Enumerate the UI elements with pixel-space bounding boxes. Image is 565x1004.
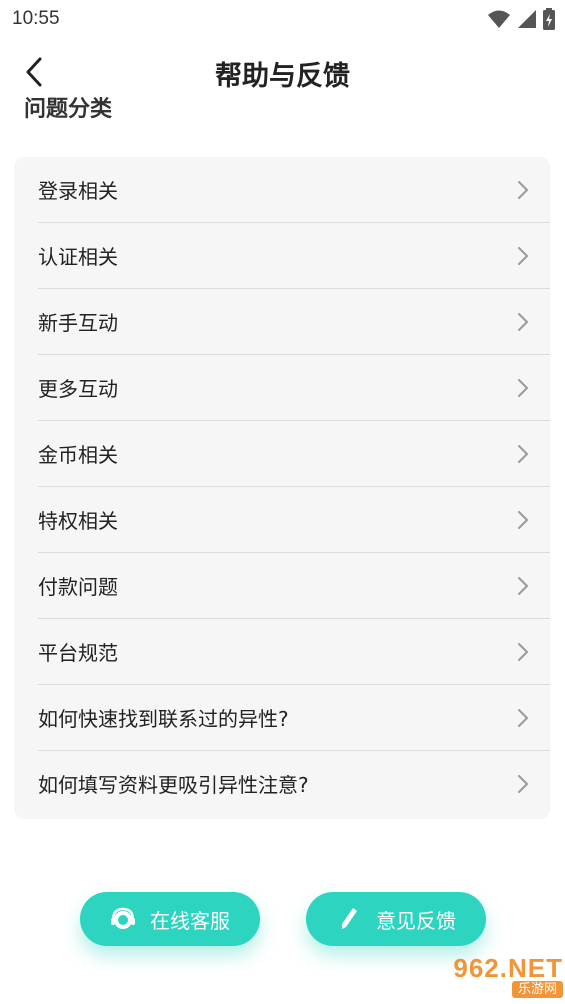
category-label: 新手互动 — [38, 311, 118, 335]
category-label: 更多互动 — [38, 377, 118, 401]
watermark-sub-text: 乐游网 — [511, 980, 563, 998]
chevron-right-icon — [518, 643, 528, 661]
top-bar: 帮助与反馈 — [0, 40, 565, 104]
category-label: 认证相关 — [38, 245, 118, 269]
wifi-icon — [488, 10, 510, 28]
category-label: 如何快速找到联系过的异性? — [38, 707, 289, 731]
category-list: 登录相关 认证相关 新手互动 更多互动 金币相关 特权相关 付款问题 平台规范 — [14, 157, 550, 819]
online-service-label: 在线客服 — [150, 908, 230, 933]
pencil-icon — [336, 906, 362, 932]
category-item-verification[interactable]: 认证相关 — [38, 223, 550, 289]
feedback-button[interactable]: 意见反馈 — [306, 892, 486, 946]
chevron-right-icon — [518, 577, 528, 595]
section-title: 问题分类 — [24, 97, 112, 123]
category-label: 平台规范 — [38, 641, 118, 665]
chevron-right-icon — [518, 379, 528, 397]
chevron-right-icon — [518, 313, 528, 331]
category-item-login[interactable]: 登录相关 — [38, 157, 550, 223]
chevron-right-icon — [518, 445, 528, 463]
battery-icon — [543, 8, 555, 30]
category-item-coins[interactable]: 金币相关 — [38, 421, 550, 487]
category-item-find-contacts[interactable]: 如何快速找到联系过的异性? — [38, 685, 550, 751]
category-label: 登录相关 — [38, 179, 118, 203]
chevron-right-icon — [518, 181, 528, 199]
site-watermark: 962.NET 乐游网 — [427, 952, 563, 1000]
category-item-profile-tips[interactable]: 如何填写资料更吸引异性注意? — [38, 751, 550, 817]
category-item-more-interaction[interactable]: 更多互动 — [38, 355, 550, 421]
status-bar: 10:55 — [0, 0, 565, 40]
chevron-right-icon — [518, 775, 528, 793]
category-label: 付款问题 — [38, 575, 118, 599]
chevron-right-icon — [518, 709, 528, 727]
category-item-newbie-interaction[interactable]: 新手互动 — [38, 289, 550, 355]
category-label: 金币相关 — [38, 443, 118, 467]
section-title-text: 问题分类 — [24, 97, 113, 122]
page-title: 帮助与反馈 — [215, 61, 350, 92]
category-label: 如何填写资料更吸引异性注意? — [38, 773, 309, 797]
category-item-payment[interactable]: 付款问题 — [38, 553, 550, 619]
signal-icon — [518, 10, 536, 28]
status-time: 10:55 — [12, 8, 60, 29]
online-service-button[interactable]: 在线客服 — [80, 892, 260, 946]
category-label: 特权相关 — [38, 509, 118, 533]
status-icons — [487, 8, 555, 30]
feedback-label: 意见反馈 — [376, 908, 456, 933]
headset-icon — [110, 906, 136, 932]
category-item-privileges[interactable]: 特权相关 — [38, 487, 550, 553]
watermark-main-text: 962.NET — [453, 952, 563, 983]
chevron-right-icon — [518, 511, 528, 529]
chevron-right-icon — [518, 247, 528, 265]
category-item-platform-rules[interactable]: 平台规范 — [38, 619, 550, 685]
